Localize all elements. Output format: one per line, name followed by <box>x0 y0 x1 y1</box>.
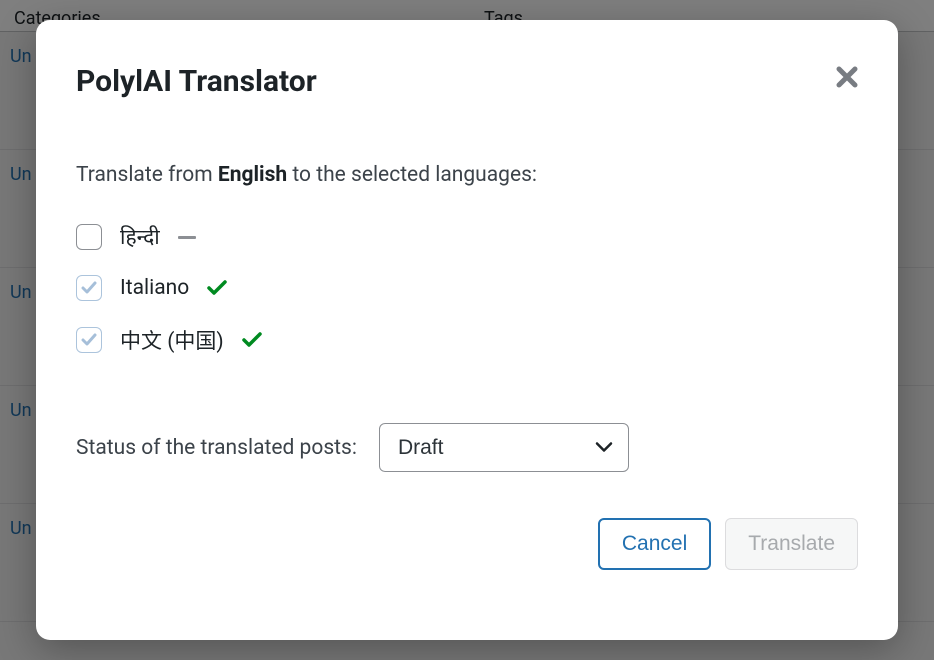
status-done-icon <box>207 280 227 296</box>
language-label: Italiano <box>120 276 189 300</box>
status-select[interactable]: Draft <box>379 423 629 472</box>
status-pending-icon <box>178 236 196 239</box>
language-label: हिन्दी <box>120 223 160 251</box>
instruction-text: Translate from English to the selected l… <box>76 163 858 187</box>
close-button[interactable] <box>836 64 858 94</box>
language-checkbox-chinese[interactable] <box>76 327 102 353</box>
language-item: हिन्दी <box>76 223 858 251</box>
language-list: हिन्दी Italiano 中文 (中国) <box>76 223 858 355</box>
status-label: Status of the translated posts: <box>76 436 357 460</box>
status-done-icon <box>242 332 262 348</box>
language-checkbox-italiano[interactable] <box>76 275 102 301</box>
status-row: Status of the translated posts: Draft <box>76 423 858 472</box>
language-checkbox-hindi[interactable] <box>76 224 102 250</box>
modal-title: PolylAI Translator <box>76 64 317 99</box>
modal-footer: Cancel Translate <box>76 518 858 570</box>
language-item: 中文 (中国) <box>76 325 858 355</box>
cancel-button[interactable]: Cancel <box>598 518 711 570</box>
translator-modal: PolylAI Translator Translate from Englis… <box>36 20 898 640</box>
language-item: Italiano <box>76 275 858 301</box>
translate-button[interactable]: Translate <box>725 518 858 570</box>
language-label: 中文 (中国) <box>120 325 224 355</box>
close-icon <box>836 66 858 88</box>
